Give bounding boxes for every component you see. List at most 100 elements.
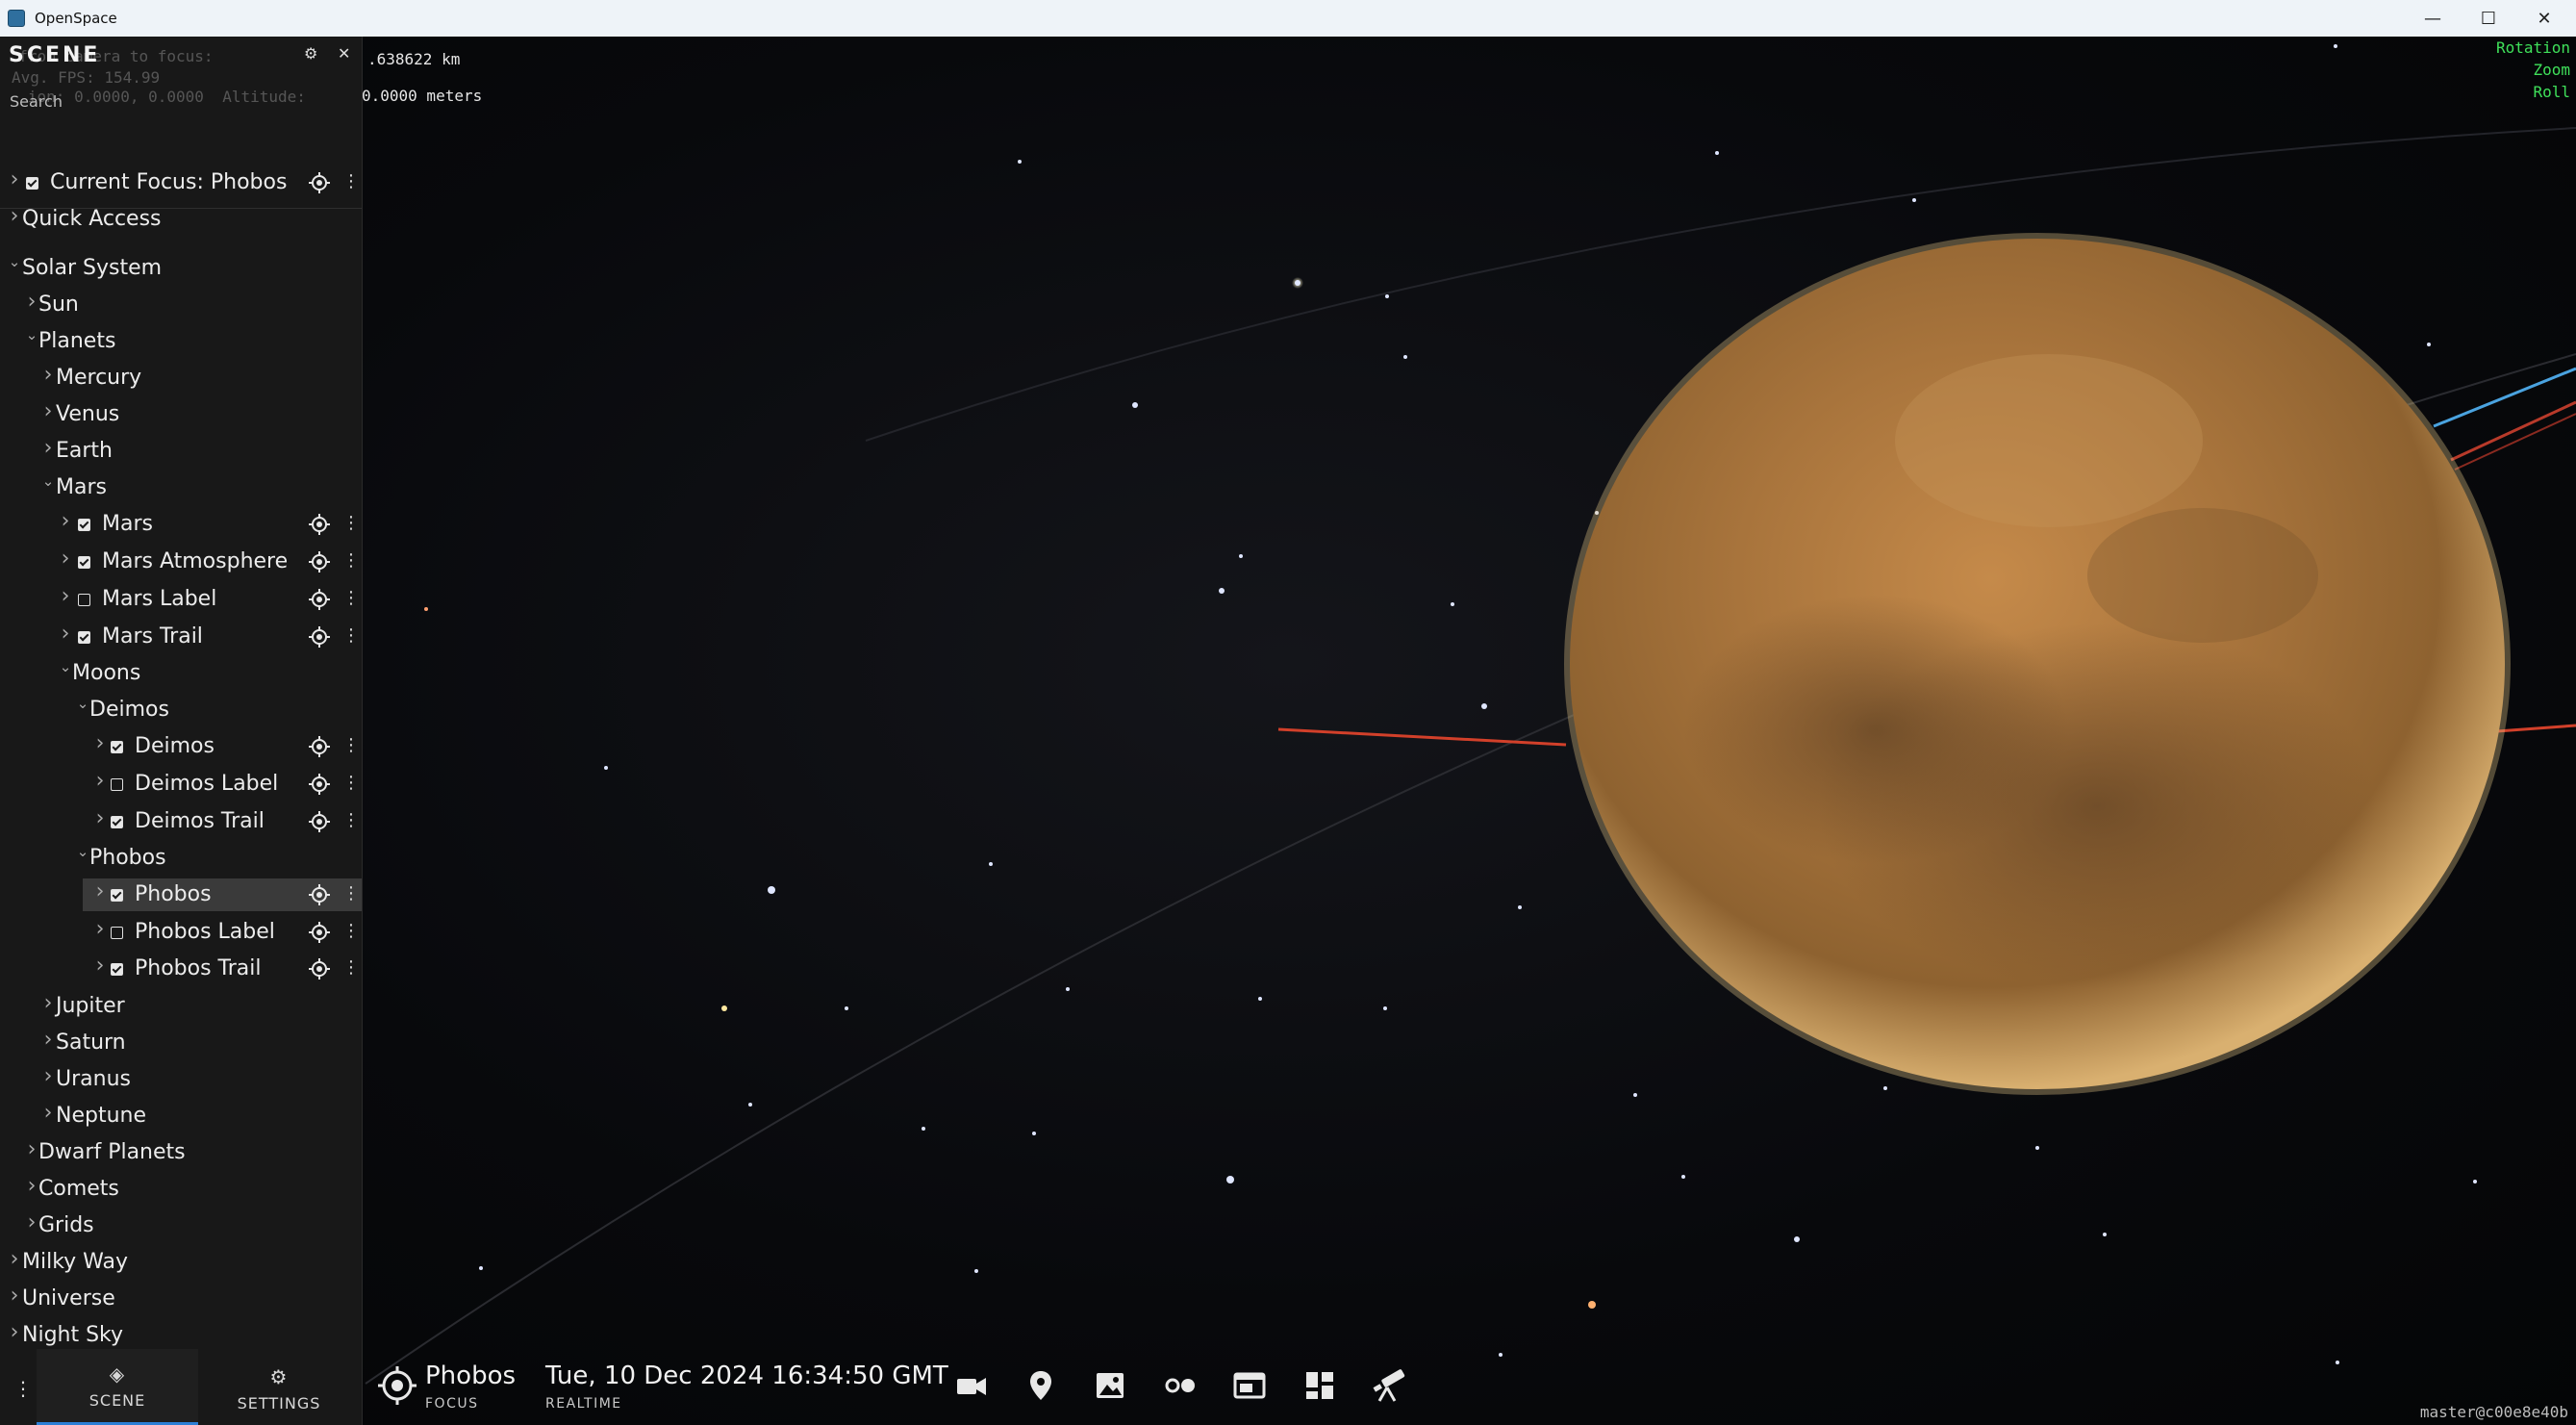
chevron-right-icon[interactable]: › (8, 1247, 21, 1271)
chevron-right-icon[interactable]: › (8, 1284, 21, 1308)
tree-row[interactable]: › Mars Label ⋮ (0, 582, 362, 617)
visibility-checkbox[interactable] (78, 519, 90, 531)
chevron-right-icon[interactable]: › (59, 509, 72, 533)
close-window-button[interactable]: ✕ (2516, 0, 2572, 37)
visibility-checkbox[interactable] (78, 556, 90, 569)
tree-row[interactable]: › Uranus (0, 1062, 362, 1097)
focus-target-icon[interactable] (309, 626, 330, 648)
chevron-right-icon[interactable]: › (93, 769, 107, 793)
camera-icon[interactable] (952, 1366, 991, 1405)
focus-target-icon[interactable] (309, 736, 330, 757)
tree-row[interactable]: › Jupiter (0, 989, 362, 1024)
chevron-right-icon[interactable]: › (93, 731, 107, 755)
chevron-right-icon[interactable]: › (8, 167, 21, 191)
tree-row[interactable]: › Phobos ⋮ (0, 878, 362, 912)
chevron-right-icon[interactable]: › (25, 1137, 38, 1161)
more-options-icon[interactable]: ⋮ (342, 552, 360, 570)
focus-target-icon[interactable] (309, 514, 330, 535)
visibility-checkbox[interactable] (111, 778, 123, 791)
tree-row[interactable]: › Mars Trail ⋮ (0, 620, 362, 654)
tree-row[interactable]: ⌄ Solar System (0, 251, 362, 286)
chevron-down-icon[interactable]: ⌄ (59, 658, 72, 675)
tree-row[interactable]: › Deimos ⋮ (0, 729, 362, 764)
visibility-checkbox[interactable] (111, 963, 123, 976)
focus-target-icon[interactable] (309, 922, 330, 943)
tree-row[interactable]: ⌄ Moons (0, 656, 362, 691)
visibility-checkbox[interactable] (78, 631, 90, 644)
space-viewport[interactable]: .638622 km 0.0000 meters Rotation Zoom R… (0, 37, 2576, 1425)
more-options-icon[interactable]: ⋮ (342, 515, 360, 532)
chevron-down-icon[interactable]: ⌄ (76, 843, 89, 860)
tree-row[interactable]: › Dwarf Planets (0, 1135, 362, 1170)
tree-row[interactable]: › Mars ⋮ (0, 507, 362, 542)
more-options-icon[interactable]: ⋮ (13, 1377, 33, 1400)
focus-name[interactable]: Phobos (425, 1361, 516, 1390)
simulation-time[interactable]: Tue, 10 Dec 2024 16:34:50 GMT (545, 1361, 948, 1390)
chevron-right-icon[interactable]: › (41, 363, 55, 387)
visibility-checkbox[interactable] (26, 177, 38, 190)
tree-row[interactable]: › Earth (0, 434, 362, 469)
focus-target-icon[interactable] (309, 551, 330, 573)
tab-settings[interactable]: ⚙ SETTINGS (198, 1352, 360, 1425)
tree-row[interactable]: › Neptune (0, 1099, 362, 1133)
window-icon[interactable] (1230, 1366, 1269, 1405)
chevron-right-icon[interactable]: › (25, 1174, 38, 1198)
chevron-right-icon[interactable]: › (93, 806, 107, 830)
tree-row[interactable]: ⌄ Planets (0, 324, 362, 359)
minimize-button[interactable]: — (2405, 0, 2461, 37)
visibility-checkbox[interactable] (111, 816, 123, 828)
more-options-icon[interactable]: ⋮ (342, 173, 360, 191)
chevron-down-icon[interactable]: ⌄ (8, 253, 21, 270)
tree-row[interactable]: › Universe (0, 1282, 362, 1316)
maximize-button[interactable]: ☐ (2461, 0, 2516, 37)
tree-row[interactable]: › Saturn (0, 1026, 362, 1060)
close-icon[interactable]: ✕ (338, 44, 350, 63)
search-input[interactable]: Search (10, 92, 63, 111)
tree-row[interactable]: ⌄ Phobos (0, 841, 362, 876)
focus-target-icon[interactable] (309, 774, 330, 795)
tree-row[interactable]: › Mercury (0, 361, 362, 395)
chevron-right-icon[interactable]: › (93, 917, 107, 941)
visibility-checkbox[interactable] (111, 927, 123, 939)
dashboard-icon[interactable] (1301, 1366, 1339, 1405)
chevron-right-icon[interactable]: › (59, 547, 72, 571)
location-pin-icon[interactable] (1022, 1366, 1060, 1405)
tree-row[interactable]: › Phobos Trail ⋮ (0, 952, 362, 986)
tree-row[interactable]: › Deimos Trail ⋮ (0, 804, 362, 839)
focus-target-icon[interactable] (309, 589, 330, 610)
more-options-icon[interactable]: ⋮ (342, 923, 360, 940)
more-options-icon[interactable]: ⋮ (342, 627, 360, 645)
more-options-icon[interactable]: ⋮ (342, 812, 360, 829)
tree-row[interactable]: › Venus (0, 397, 362, 432)
telescope-icon[interactable] (1370, 1366, 1408, 1405)
more-options-icon[interactable]: ⋮ (342, 885, 360, 903)
chevron-right-icon[interactable]: › (59, 584, 72, 608)
tree-row[interactable]: › Grids (0, 1209, 362, 1243)
more-options-icon[interactable]: ⋮ (342, 775, 360, 792)
chevron-right-icon[interactable]: › (41, 1101, 55, 1125)
tree-row[interactable]: › Milky Way (0, 1245, 362, 1280)
tree-row[interactable]: › Deimos Label ⋮ (0, 767, 362, 802)
chevron-right-icon[interactable]: › (8, 204, 21, 228)
chevron-down-icon[interactable]: ⌄ (41, 472, 55, 490)
tab-scene[interactable]: ◈ SCENE (37, 1349, 198, 1425)
chevron-right-icon[interactable]: › (41, 1064, 55, 1088)
chevron-right-icon[interactable]: › (41, 991, 55, 1015)
chevron-right-icon[interactable]: › (59, 622, 72, 646)
chevron-right-icon[interactable]: › (41, 1028, 55, 1052)
focus-target-icon[interactable] (309, 958, 330, 980)
more-options-icon[interactable]: ⋮ (342, 590, 360, 607)
chevron-right-icon[interactable]: › (41, 399, 55, 423)
tree-row[interactable]: ⌄ Deimos (0, 693, 362, 727)
focus-target-icon[interactable] (309, 811, 330, 832)
chevron-right-icon[interactable]: › (25, 290, 38, 314)
chevron-down-icon[interactable]: ⌄ (76, 695, 89, 712)
tree-row[interactable]: › Comets (0, 1172, 362, 1207)
visibility-checkbox[interactable] (78, 594, 90, 606)
focus-target-icon[interactable] (309, 172, 330, 193)
focus-crosshair-icon[interactable] (377, 1365, 417, 1406)
visibility-checkbox[interactable] (111, 741, 123, 753)
tree-row[interactable]: › Current Focus: Phobos ⋮ (0, 165, 362, 200)
tree-row[interactable]: › Phobos Label ⋮ (0, 915, 362, 950)
chevron-right-icon[interactable]: › (41, 436, 55, 460)
